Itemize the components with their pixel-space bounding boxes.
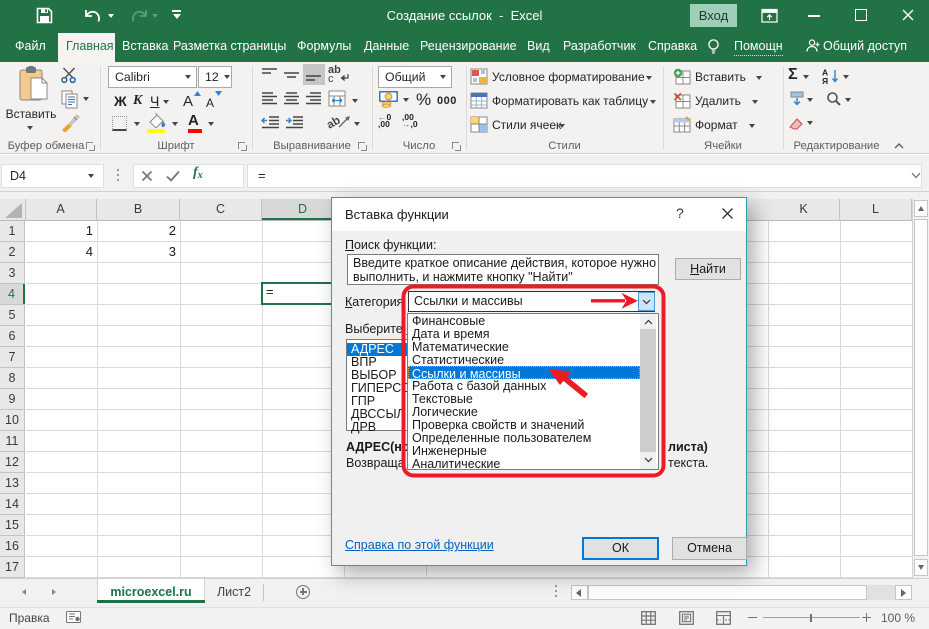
- svg-text:Я: Я: [822, 76, 828, 84]
